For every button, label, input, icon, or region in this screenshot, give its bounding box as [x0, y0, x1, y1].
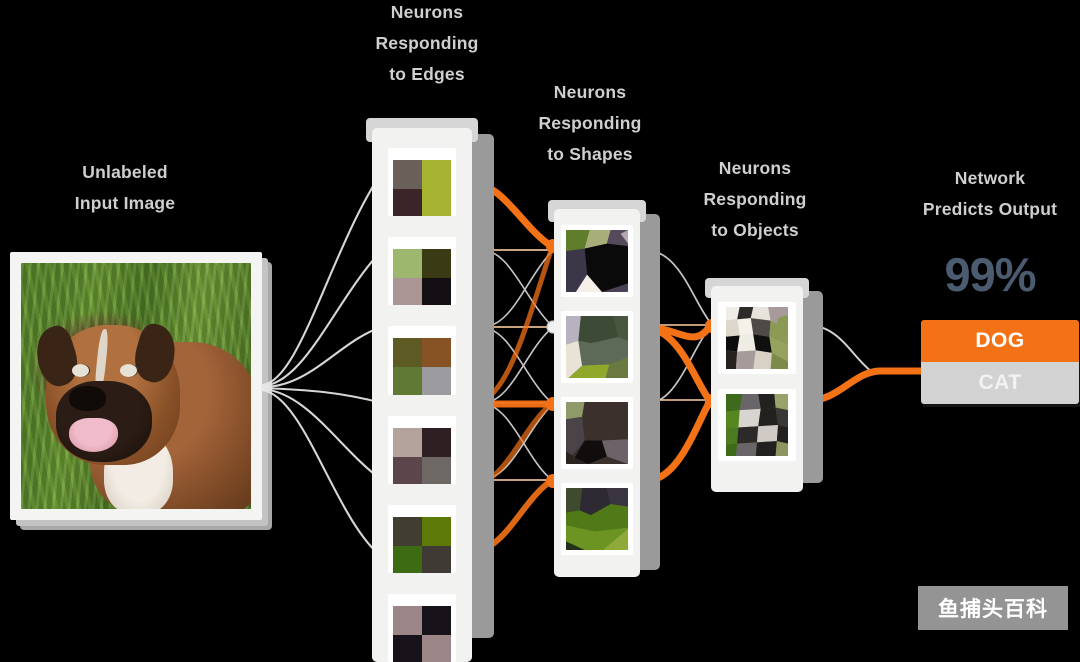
- input-image-card: [10, 252, 272, 530]
- prediction-class-cat[interactable]: CAT: [921, 362, 1079, 404]
- watermark-text: 鱼捕头百科: [938, 598, 1048, 621]
- slab-front-face: [711, 286, 803, 492]
- layer-objects-slab: [705, 278, 823, 492]
- slab-front-face: [372, 128, 472, 662]
- neuron-tile[interactable]: [388, 237, 456, 306]
- neuron-tile[interactable]: [561, 311, 633, 383]
- dog-eye-left: [71, 363, 90, 378]
- card-front: [10, 252, 262, 520]
- neuron-tile[interactable]: [561, 225, 633, 297]
- slab-front-face: [554, 209, 640, 577]
- neuron-tile[interactable]: [388, 148, 456, 217]
- diagram-canvas: Unlabeled Input Image Neurons Responding…: [0, 0, 1080, 662]
- neuron-tile[interactable]: [561, 397, 633, 469]
- layer-shapes-slab: [548, 200, 660, 577]
- confidence-percent: 99%: [944, 248, 1036, 301]
- neuron-tile[interactable]: [388, 504, 456, 573]
- neuron-tile[interactable]: [388, 326, 456, 395]
- neuron-tile[interactable]: [561, 483, 633, 555]
- label-neurons-objects: Neurons Responding to Objects: [703, 158, 807, 240]
- dog-nose: [69, 386, 107, 411]
- prediction-class-dog[interactable]: DOG: [921, 320, 1079, 362]
- neuron-tile[interactable]: [718, 389, 796, 461]
- neuron-tile[interactable]: [718, 302, 796, 374]
- neuron-tile[interactable]: [388, 593, 456, 662]
- prediction-output-box: DOG CAT: [921, 320, 1079, 404]
- dog-photo: [21, 263, 251, 509]
- neuron-tile[interactable]: [388, 415, 456, 484]
- label-network-output: Network Predicts Output: [922, 168, 1058, 219]
- watermark-badge: 鱼捕头百科: [918, 586, 1068, 630]
- layer-edges-slab: [366, 118, 494, 662]
- label-input-image: Unlabeled Input Image: [74, 162, 176, 213]
